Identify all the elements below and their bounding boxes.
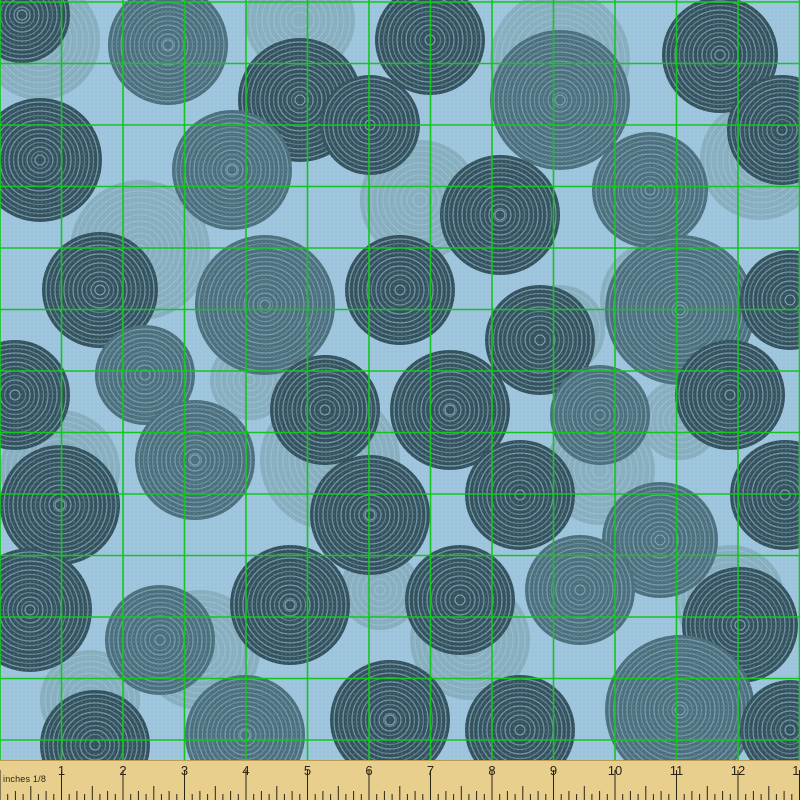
- ruler-scale: 12345678910111213: [0, 760, 800, 800]
- ruler-mark-label: 12: [731, 763, 745, 778]
- ruler-mark-label: 3: [181, 763, 188, 778]
- ruler-mark-label: 1: [58, 763, 65, 778]
- ruler-mark-label: 7: [427, 763, 434, 778]
- ruler-unit-label: inches 1/8: [3, 774, 47, 784]
- ruler-mark-label: 2: [119, 763, 126, 778]
- ruler-mark-label: 5: [304, 763, 311, 778]
- ruler-mark-label: 10: [608, 763, 622, 778]
- fabric-pattern: [0, 0, 800, 760]
- ruler: 12345678910111213 inches 1/8: [0, 760, 800, 800]
- concentric-circles-pattern: [0, 0, 800, 760]
- ruler-mark-label: 13: [792, 763, 800, 778]
- ruler-mark-label: 8: [488, 763, 495, 778]
- ruler-mark-label: 9: [550, 763, 557, 778]
- ruler-mark-label: 4: [242, 763, 249, 778]
- ruler-mark-label: 6: [365, 763, 372, 778]
- ruler-mark-label: 11: [670, 763, 684, 778]
- fabric-swatch-view: 12345678910111213 inches 1/8: [0, 0, 800, 800]
